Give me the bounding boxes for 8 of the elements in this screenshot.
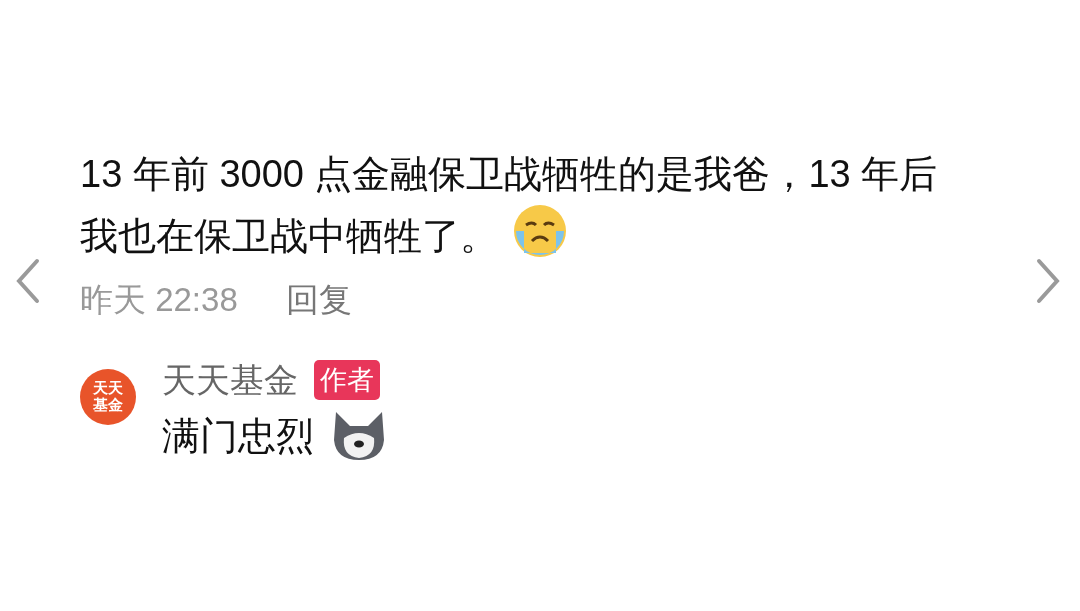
- reply-link[interactable]: 回复: [285, 275, 352, 325]
- comment-text: 13 年前 3000 点金融保卫战牺牲的是我爸，13 年后我也在保卫战中牺牲了。: [80, 152, 939, 261]
- comment-time: 昨天 22:38: [80, 280, 238, 320]
- author-name: 天天基金: [162, 359, 298, 401]
- author-badge: 作者: [314, 360, 380, 400]
- reply-text: 满门忠烈: [162, 413, 314, 459]
- crying-face-icon: [512, 203, 568, 259]
- author-avatar: 天天 基金: [80, 368, 136, 425]
